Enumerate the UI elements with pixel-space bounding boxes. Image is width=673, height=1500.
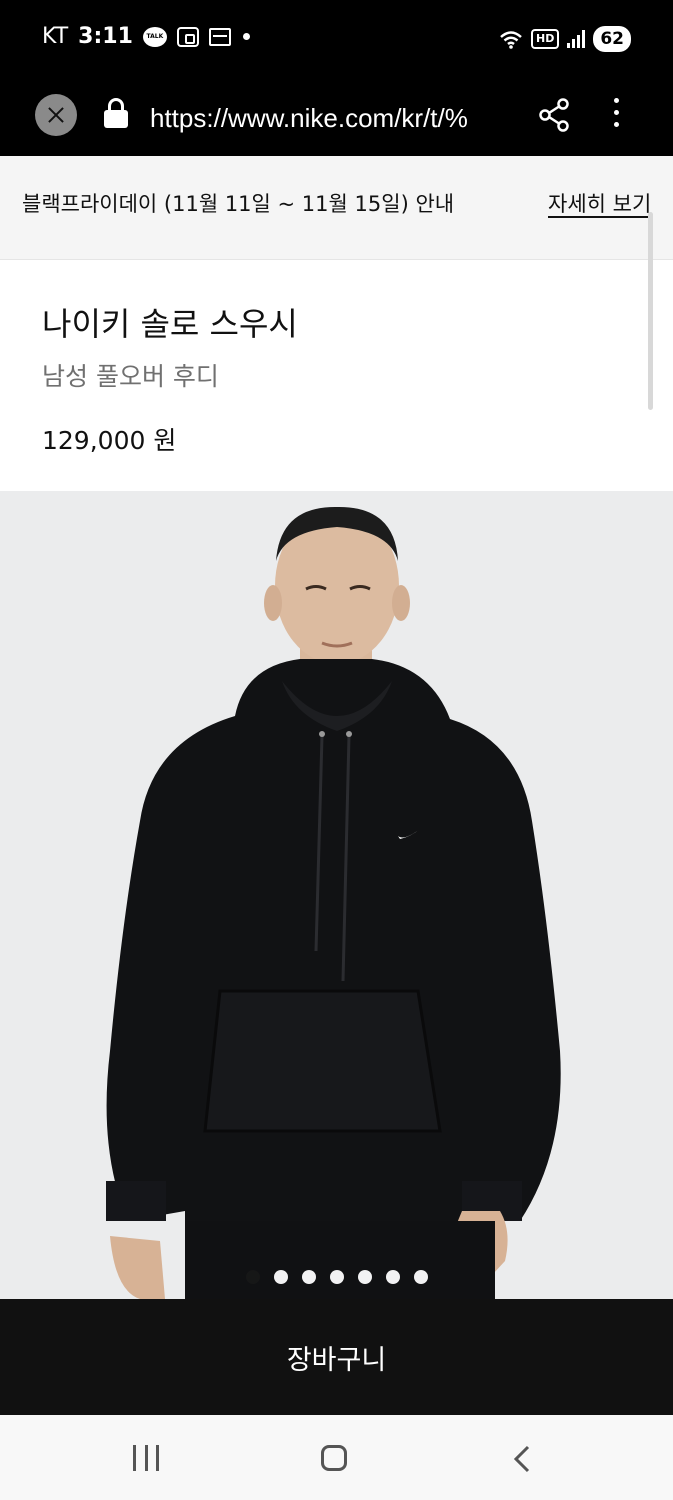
url-field[interactable]: https://www.nike.com/kr/t/%: [150, 100, 512, 136]
product-price: 129,000 원: [42, 426, 177, 455]
browser-toolbar: https://www.nike.com/kr/t/%: [0, 80, 673, 156]
promo-text: 블랙프라이데이 (11월 11일 ~ 11월 15일) 안내: [22, 192, 455, 216]
more-menu-icon[interactable]: [612, 98, 620, 130]
scan-icon: [176, 26, 199, 47]
carrier-label: KT: [42, 24, 69, 49]
promo-banner: 블랙프라이데이 (11월 11일 ~ 11월 15일) 안내 자세히 보기: [0, 156, 673, 260]
product-image[interactable]: [0, 491, 673, 1299]
product-info: 나이키 솔로 스우시 남성 풀오버 후디 129,000 원: [0, 261, 673, 491]
carousel-dots[interactable]: [0, 1270, 673, 1286]
kakaotalk-icon: TALK: [142, 26, 167, 47]
clock: 3:11: [78, 24, 133, 49]
close-tab-button[interactable]: [35, 94, 77, 136]
carousel-dot[interactable]: [385, 1270, 400, 1284]
carousel-dot[interactable]: [245, 1270, 260, 1284]
status-bar: KT 3:11 TALK HD 62: [0, 0, 673, 80]
wifi-icon: [500, 31, 522, 49]
product-subtitle: 남성 풀오버 후디: [42, 362, 219, 391]
battery-indicator: 62: [593, 26, 631, 52]
hd-voice-icon: HD: [530, 29, 560, 49]
promo-details-link[interactable]: 자세히 보기: [548, 188, 651, 218]
share-icon[interactable]: [538, 98, 570, 132]
notification-dot-icon: [242, 33, 250, 40]
carousel-dot[interactable]: [329, 1270, 344, 1284]
system-nav-bar: [0, 1415, 673, 1500]
carousel-dot[interactable]: [413, 1270, 428, 1284]
recent-apps-icon[interactable]: [133, 1445, 159, 1471]
product-title: 나이키 솔로 스우시: [42, 305, 298, 343]
home-icon[interactable]: [321, 1445, 347, 1471]
hoodie-model-photo: [0, 491, 673, 1299]
carousel-dot[interactable]: [273, 1270, 288, 1284]
wallet-icon: [208, 27, 231, 46]
signal-icon: [567, 30, 586, 48]
lock-icon[interactable]: [104, 98, 128, 130]
carousel-dot[interactable]: [301, 1270, 316, 1284]
carousel-dot[interactable]: [357, 1270, 372, 1284]
back-icon[interactable]: [510, 1445, 536, 1473]
add-to-cart-button[interactable]: 장바구니: [0, 1299, 673, 1415]
scroll-indicator: [648, 212, 653, 410]
